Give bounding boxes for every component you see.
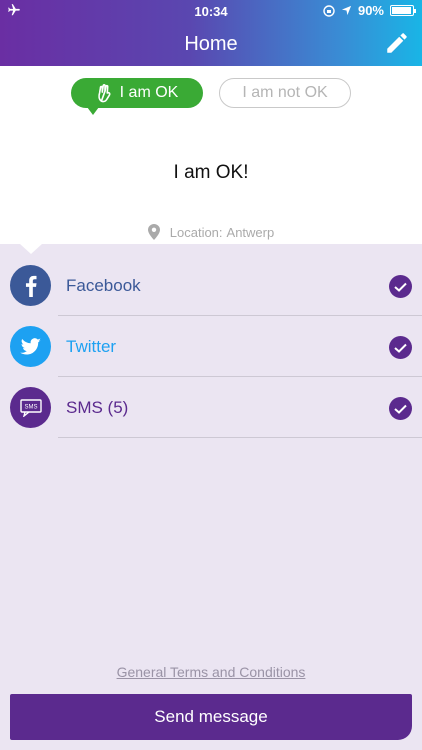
check-icon[interactable]	[389, 397, 412, 420]
check-icon[interactable]	[389, 336, 412, 359]
i-am-ok-label: I am OK	[119, 84, 179, 101]
channel-sms[interactable]: SMS SMS (5)	[0, 377, 422, 438]
twitter-icon	[10, 326, 51, 367]
panel-pointer	[20, 244, 42, 254]
sms-icon: SMS	[10, 387, 51, 428]
status-toggle: I am OK I am not OK	[71, 78, 351, 115]
status-message: I am OK!	[173, 162, 249, 183]
channel-label: SMS (5)	[66, 398, 129, 417]
rotation-lock-icon	[323, 4, 335, 17]
status-panel: I am OK I am not OK I am OK! Location: A…	[0, 66, 422, 244]
terms-link[interactable]: General Terms and Conditions	[0, 664, 422, 680]
i-am-not-ok-button[interactable]: I am not OK	[219, 78, 351, 108]
page-title: Home	[184, 33, 238, 55]
check-icon[interactable]	[389, 275, 412, 298]
channel-facebook[interactable]: Facebook	[0, 255, 422, 316]
battery-icon	[390, 5, 416, 16]
channel-list: Facebook Twitter SMS SMS (5)	[0, 255, 422, 438]
status-bar: 10:34 90%	[0, 0, 422, 22]
location-pin-icon	[147, 224, 160, 240]
svg-text:SMS: SMS	[24, 404, 37, 410]
send-message-button[interactable]: Send message	[10, 694, 412, 740]
channel-label: Twitter	[66, 337, 117, 356]
hand-ok-icon	[97, 83, 111, 103]
location-prefix: Location:	[169, 224, 223, 240]
location-value: Antwerp	[226, 224, 275, 240]
facebook-icon	[10, 265, 51, 306]
divider	[58, 437, 422, 438]
channel-label: Facebook	[66, 276, 141, 295]
i-am-not-ok-label: I am not OK	[242, 84, 328, 101]
location-row[interactable]: Location: Antwerp	[0, 224, 422, 240]
channel-twitter[interactable]: Twitter	[0, 316, 422, 377]
battery-percent: 90%	[357, 3, 384, 18]
app-header: 10:34 90% Home	[0, 0, 422, 66]
pencil-icon[interactable]	[384, 30, 410, 56]
location-arrow-icon	[341, 5, 352, 16]
i-am-ok-button[interactable]: I am OK	[71, 78, 203, 115]
